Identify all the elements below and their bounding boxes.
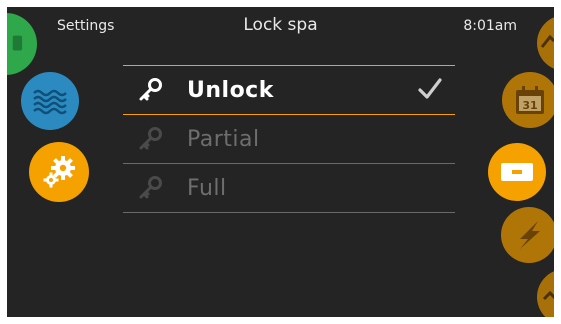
checkmark-icon xyxy=(418,78,442,99)
lock-option-label: Full xyxy=(187,176,227,201)
partial-bottom-icon xyxy=(542,290,554,301)
clock: 8:01am xyxy=(463,18,517,34)
gear-icon xyxy=(43,156,75,188)
lightning-icon xyxy=(520,221,540,249)
calendar-nav-button[interactable]: 31 xyxy=(502,72,554,128)
lock-option-unlock[interactable]: Unlock xyxy=(123,65,455,115)
svg-text:31: 31 xyxy=(522,99,537,112)
key-icon xyxy=(139,78,162,101)
key-icon xyxy=(139,176,162,199)
screen-rectangle-icon xyxy=(501,163,533,181)
partial-top-icon xyxy=(540,34,554,48)
lock-option-full[interactable]: Full xyxy=(123,164,455,213)
spa-control-screen: Settings Lock spa 8:01am 31 Unlock Parti… xyxy=(7,7,554,317)
lock-option-label: Unlock xyxy=(187,78,274,103)
lock-options-list: Unlock Partial Full xyxy=(123,65,455,213)
water-waves-icon xyxy=(33,89,67,115)
lock-nav-button[interactable] xyxy=(488,143,546,201)
water-nav-button[interactable] xyxy=(21,72,79,130)
calendar-icon: 31 xyxy=(516,86,544,114)
right-nav-bottom-button[interactable] xyxy=(537,269,554,317)
settings-nav-button[interactable] xyxy=(29,142,89,202)
lock-option-partial[interactable]: Partial xyxy=(123,115,455,164)
key-icon xyxy=(139,127,162,150)
lock-option-label: Partial xyxy=(187,127,260,152)
light-nav-button[interactable] xyxy=(501,207,554,263)
music-note-icon xyxy=(12,35,23,51)
